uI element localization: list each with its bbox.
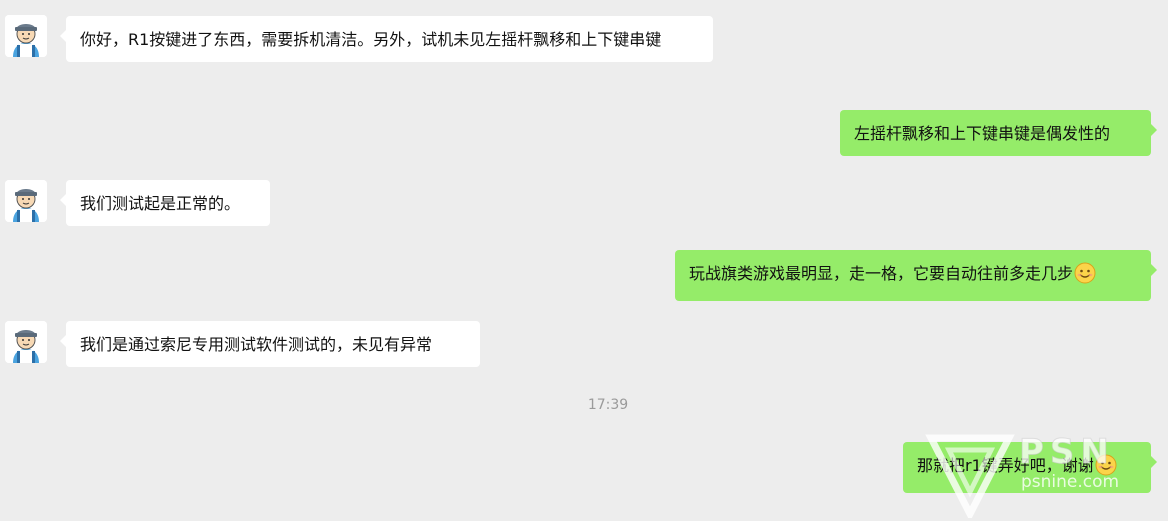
smile-emoji-icon [1074, 262, 1096, 291]
message-text: 左摇杆飘移和上下键串键是偶发性的 [854, 124, 1111, 143]
message-text: 你好，R1按键进了东西，需要拆机清洁。另外，试机未见左摇杆飘移和上下键串键 [80, 30, 662, 49]
message-bubble-incoming[interactable]: 你好，R1按键进了东西，需要拆机清洁。另外，试机未见左摇杆飘移和上下键串键 [60, 16, 713, 62]
message-text: 玩战旗类游戏最明显，走一格，它要自动往前多走几步 [689, 264, 1074, 283]
contact-avatar[interactable] [5, 180, 47, 222]
smile-emoji-icon [1095, 454, 1117, 483]
message-bubble-outgoing[interactable]: 那就把r1键弄好吧，谢谢 [903, 442, 1157, 493]
message-text: 我们是通过索尼专用测试软件测试的，未见有异常 [80, 335, 433, 354]
contact-avatar[interactable] [5, 321, 47, 363]
chat-history[interactable]: 你好，R1按键进了东西，需要拆机清洁。另外，试机未见左摇杆飘移和上下键串键 左摇… [0, 0, 1168, 521]
message-timestamp: 17:39 [587, 397, 629, 413]
message-bubble-incoming[interactable]: 我们测试起是正常的。 [60, 180, 270, 226]
message-bubble-outgoing[interactable]: 左摇杆飘移和上下键串键是偶发性的 [840, 110, 1157, 156]
message-text: 我们测试起是正常的。 [80, 194, 241, 213]
message-bubble-incoming[interactable]: 我们是通过索尼专用测试软件测试的，未见有异常 [60, 321, 480, 367]
message-text: 那就把r1键弄好吧，谢谢 [917, 456, 1094, 475]
contact-avatar[interactable] [5, 15, 47, 57]
message-bubble-outgoing[interactable]: 玩战旗类游戏最明显，走一格，它要自动往前多走几步 [675, 250, 1157, 301]
